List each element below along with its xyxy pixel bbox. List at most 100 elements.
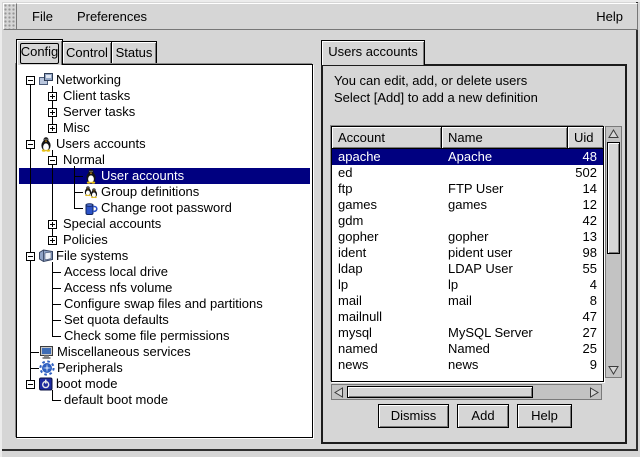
help-button[interactable]: Help bbox=[517, 404, 572, 428]
tree-item-check-some-file-permissions[interactable]: Check some file permissions bbox=[19, 328, 310, 344]
table-row-apache[interactable]: apacheApache48 bbox=[332, 149, 603, 165]
panel-description-line2: Select [Add] to add a new definition bbox=[334, 90, 538, 105]
tab-control[interactable]: Control bbox=[62, 41, 112, 65]
tree-item-normal[interactable]: Normal bbox=[19, 152, 310, 168]
tree-item-change-root-password[interactable]: Change root password bbox=[19, 200, 310, 216]
tree-item-label: Special accounts bbox=[63, 216, 161, 232]
tree-item-label: Change root password bbox=[101, 200, 232, 216]
name-cell: news bbox=[442, 357, 568, 373]
collapse-icon[interactable] bbox=[26, 76, 35, 85]
menu-item-file[interactable]: File bbox=[20, 5, 65, 28]
collapse-icon[interactable] bbox=[26, 380, 35, 389]
tab-users-accounts[interactable]: Users accounts bbox=[321, 40, 425, 65]
uid-cell: 13 bbox=[568, 229, 603, 245]
name-cell: FTP User bbox=[442, 181, 568, 197]
collapse-icon[interactable] bbox=[48, 156, 57, 165]
users-accounts-panel: You can edit, add, or delete users Selec… bbox=[321, 64, 627, 444]
scrollbar-up-arrow-icon[interactable] bbox=[607, 128, 620, 140]
window-frame-bottom bbox=[2, 449, 638, 451]
column-header-account[interactable]: Account bbox=[332, 127, 442, 149]
table-row-games[interactable]: gamesgames12 bbox=[332, 197, 603, 213]
tree-item-label: Client tasks bbox=[63, 88, 130, 104]
tree-item-file-systems[interactable]: File systems bbox=[19, 248, 310, 264]
penguin-icon bbox=[38, 136, 54, 152]
monitor-icon bbox=[39, 344, 55, 360]
tree-item-boot-mode[interactable]: boot mode bbox=[19, 376, 310, 392]
tree-item-client-tasks[interactable]: Client tasks bbox=[19, 88, 310, 104]
tree-item-user-accounts[interactable]: User accounts bbox=[19, 168, 310, 184]
table-row-ftp[interactable]: ftpFTP User14 bbox=[332, 181, 603, 197]
menubar-grip[interactable] bbox=[3, 3, 17, 30]
menu-item-help[interactable]: Help bbox=[582, 5, 637, 28]
table-row-gopher[interactable]: gophergopher13 bbox=[332, 229, 603, 245]
penguins-icon bbox=[83, 184, 99, 200]
window-frame-left bbox=[0, 0, 2, 457]
horizontal-scrollbar-thumb[interactable] bbox=[347, 386, 533, 398]
tree-item-label: Group definitions bbox=[101, 184, 199, 200]
name-cell: LDAP User bbox=[442, 261, 568, 277]
table-row-ldap[interactable]: ldapLDAP User55 bbox=[332, 261, 603, 277]
menu-item-preferences[interactable]: Preferences bbox=[65, 5, 159, 28]
table-row-mailnull[interactable]: mailnull47 bbox=[332, 309, 603, 325]
tree-item-policies[interactable]: Policies bbox=[19, 232, 310, 248]
table-row-news[interactable]: newsnews9 bbox=[332, 357, 603, 373]
accounts-table-header: Account Name Uid bbox=[332, 127, 603, 149]
tree-item-group-definitions[interactable]: Group definitions bbox=[19, 184, 310, 200]
scrollbar-down-arrow-icon[interactable] bbox=[607, 364, 620, 376]
table-row-mysql[interactable]: mysqlMySQL Server27 bbox=[332, 325, 603, 341]
table-row-lp[interactable]: lplp4 bbox=[332, 277, 603, 293]
expand-icon[interactable] bbox=[48, 220, 57, 229]
tree-item-label: Server tasks bbox=[63, 104, 135, 120]
name-cell: mail bbox=[442, 293, 568, 309]
column-header-name[interactable]: Name bbox=[442, 127, 568, 149]
table-row-ident[interactable]: identpident user98 bbox=[332, 245, 603, 261]
tree-item-users-accounts[interactable]: Users accounts bbox=[19, 136, 310, 152]
tree-item-peripherals[interactable]: Peripherals bbox=[19, 360, 310, 376]
tree-content: NetworkingClient tasksServer tasksMiscUs… bbox=[19, 72, 310, 435]
name-cell: pident user bbox=[442, 245, 568, 261]
vertical-scrollbar[interactable] bbox=[605, 126, 622, 378]
tree-item-label: Miscellaneous services bbox=[57, 344, 191, 360]
account-cell: gopher bbox=[332, 229, 442, 245]
tree-item-set-quota-defaults[interactable]: Set quota defaults bbox=[19, 312, 310, 328]
vertical-scrollbar-thumb[interactable] bbox=[607, 142, 620, 254]
table-row-ed[interactable]: ed502 bbox=[332, 165, 603, 181]
collapse-icon[interactable] bbox=[26, 140, 35, 149]
tree-item-misc[interactable]: Misc bbox=[19, 120, 310, 136]
tree-item-access-local-drive[interactable]: Access local drive bbox=[19, 264, 310, 280]
uid-cell: 14 bbox=[568, 181, 603, 197]
tree-item-configure-swap-files-and-partitions[interactable]: Configure swap files and partitions bbox=[19, 296, 310, 312]
panel-description-line1: You can edit, add, or delete users bbox=[334, 73, 527, 88]
tree-item-miscellaneous-services[interactable]: Miscellaneous services bbox=[19, 344, 310, 360]
horizontal-scrollbar[interactable] bbox=[331, 384, 602, 400]
window: { "colors": { "background": "#d6d6d6", "… bbox=[0, 0, 640, 457]
power-icon bbox=[38, 376, 54, 392]
tree-item-special-accounts[interactable]: Special accounts bbox=[19, 216, 310, 232]
tab-status[interactable]: Status bbox=[111, 41, 157, 65]
uid-cell: 48 bbox=[568, 149, 603, 165]
uid-cell: 27 bbox=[568, 325, 603, 341]
expand-icon[interactable] bbox=[48, 92, 57, 101]
tree-item-label: boot mode bbox=[56, 376, 117, 392]
table-row-mail[interactable]: mailmail8 bbox=[332, 293, 603, 309]
dismiss-button[interactable]: Dismiss bbox=[378, 404, 449, 428]
tree-item-access-nfs-volume[interactable]: Access nfs volume bbox=[19, 280, 310, 296]
scrollbar-left-arrow-icon[interactable] bbox=[333, 386, 345, 398]
tab-config[interactable]: Config bbox=[16, 39, 63, 65]
expand-icon[interactable] bbox=[48, 236, 57, 245]
tree-item-server-tasks[interactable]: Server tasks bbox=[19, 104, 310, 120]
tree-item-default-boot-mode[interactable]: default boot mode bbox=[19, 392, 310, 408]
tree-item-networking[interactable]: Networking bbox=[19, 72, 310, 88]
uid-cell: 8 bbox=[568, 293, 603, 309]
name-cell bbox=[442, 213, 568, 229]
table-row-named[interactable]: namedNamed25 bbox=[332, 341, 603, 357]
column-header-uid[interactable]: Uid bbox=[568, 127, 603, 149]
expand-icon[interactable] bbox=[48, 108, 57, 117]
add-button[interactable]: Add bbox=[457, 404, 509, 428]
table-row-gdm[interactable]: gdm42 bbox=[332, 213, 603, 229]
uid-cell: 47 bbox=[568, 309, 603, 325]
collapse-icon[interactable] bbox=[26, 252, 35, 261]
scrollbar-right-arrow-icon[interactable] bbox=[588, 386, 600, 398]
expand-icon[interactable] bbox=[48, 124, 57, 133]
name-cell: MySQL Server bbox=[442, 325, 568, 341]
